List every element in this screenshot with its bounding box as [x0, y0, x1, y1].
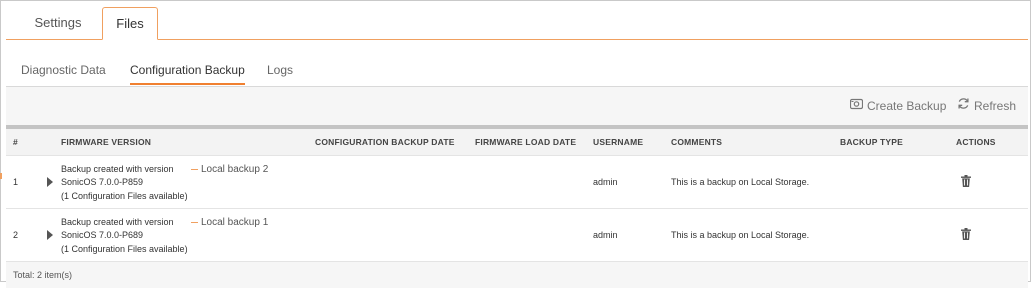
column-header-firmware-version[interactable]: FIRMWARE VERSION	[61, 129, 151, 155]
tab-settings[interactable]: Settings	[19, 7, 97, 38]
column-header-configuration-backup-date[interactable]: CONFIGURATION BACKUP DATE	[315, 129, 455, 155]
refresh-icon	[957, 97, 970, 115]
backup-icon	[849, 97, 864, 115]
row-indicator	[0, 173, 2, 179]
comments: This is a backup on Local Storage.	[671, 230, 810, 240]
comments: This is a backup on Local Storage.	[671, 177, 810, 187]
expand-row-icon[interactable]	[47, 177, 53, 187]
tab-logs[interactable]: Logs	[267, 56, 293, 84]
toolbar: Create Backup Refresh	[6, 87, 1028, 125]
top-tab-bar: Settings Files	[6, 7, 1028, 40]
local-backup-text: Local backup 2	[201, 164, 269, 175]
refresh-button[interactable]: Refresh	[957, 97, 1016, 115]
column-header-backup-type[interactable]: BACKUP TYPE	[840, 129, 903, 155]
table-footer: Total: 2 item(s)	[6, 261, 1028, 288]
firmware-version-line1: Backup created with version	[61, 217, 174, 227]
tab-files[interactable]: Files	[102, 7, 158, 40]
column-header-firmware-load-date[interactable]: FIRMWARE LOAD DATE	[475, 129, 576, 155]
refresh-label: Refresh	[974, 99, 1017, 113]
firmware-version-line2: SonicOS 7.0.0-P859	[61, 177, 144, 187]
tab-configuration-backup[interactable]: Configuration Backup	[130, 56, 245, 85]
create-backup-label: Create Backup	[867, 99, 947, 113]
create-backup-button[interactable]: Create Backup	[849, 97, 947, 115]
table-row[interactable]: 1 Backup created with version Local back…	[6, 155, 1028, 208]
firmware-version-line1: Backup created with version	[61, 164, 174, 174]
local-backup-label: Local backup 1	[191, 217, 268, 228]
username: admin	[593, 230, 618, 240]
table-header: # FIRMWARE VERSION CONFIGURATION BACKUP …	[6, 125, 1028, 155]
firmware-version-line3: (1 Configuration Files available)	[61, 191, 188, 201]
tab-diagnostic-data[interactable]: Diagnostic Data	[21, 56, 106, 84]
firmware-version-line2: SonicOS 7.0.0-P689	[61, 230, 144, 240]
row-index: 1	[13, 177, 19, 187]
trash-icon[interactable]	[961, 228, 971, 242]
trash-icon[interactable]	[961, 175, 971, 189]
table-row[interactable]: 2 Backup created with version Local back…	[6, 208, 1028, 261]
column-header-username[interactable]: USERNAME	[593, 129, 643, 155]
backup-table: # FIRMWARE VERSION CONFIGURATION BACKUP …	[6, 125, 1028, 288]
firmware-version-line3: (1 Configuration Files available)	[61, 244, 188, 254]
column-header-index[interactable]: #	[13, 129, 18, 155]
local-backup-text: Local backup 1	[201, 217, 269, 228]
column-header-actions[interactable]: ACTIONS	[956, 129, 996, 155]
sub-tab-bar: Diagnostic Data Configuration Backup Log…	[6, 56, 1028, 87]
expand-row-icon[interactable]	[47, 230, 53, 240]
username: admin	[593, 177, 618, 187]
local-backup-label: Local backup 2	[191, 164, 268, 175]
row-index: 2	[13, 230, 19, 240]
column-header-comments[interactable]: COMMENTS	[671, 129, 722, 155]
